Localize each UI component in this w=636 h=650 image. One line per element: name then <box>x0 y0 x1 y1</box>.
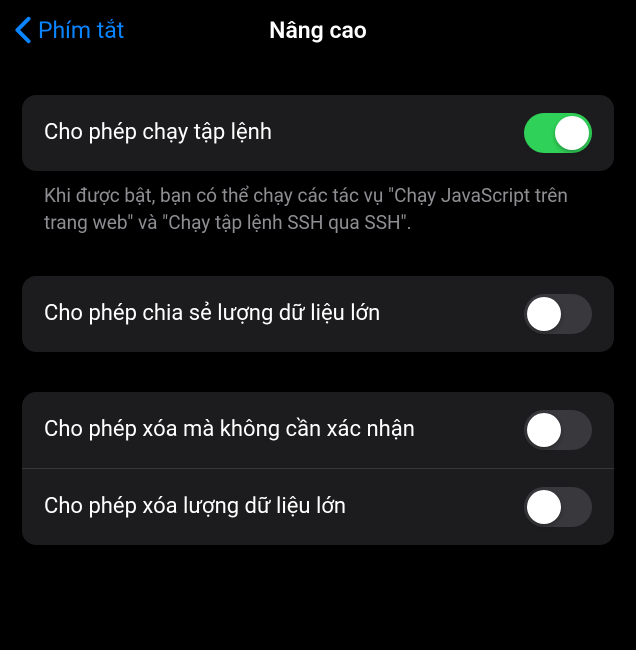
page-title: Nâng cao <box>269 17 367 44</box>
nav-bar: Phím tắt Nâng cao <box>0 0 636 60</box>
row-allow-scripts: Cho phép chạy tập lệnh <box>22 95 614 171</box>
back-button[interactable]: Phím tắt <box>14 16 124 44</box>
toggle-allow-scripts[interactable] <box>524 113 592 153</box>
section-share: Cho phép chia sẻ lượng dữ liệu lớn <box>22 276 614 352</box>
toggle-knob <box>527 490 561 524</box>
row-delete-no-confirm: Cho phép xóa mà không cần xác nhận <box>22 392 614 468</box>
chevron-left-icon <box>14 16 32 44</box>
row-delete-large: Cho phép xóa lượng dữ liệu lớn <box>22 468 614 545</box>
toggle-delete-no-confirm[interactable] <box>524 410 592 450</box>
row-label: Cho phép xóa lượng dữ liệu lớn <box>44 492 524 522</box>
row-label: Cho phép xóa mà không cần xác nhận <box>44 415 524 445</box>
row-allow-large-share: Cho phép chia sẻ lượng dữ liệu lớn <box>22 276 614 352</box>
row-label: Cho phép chạy tập lệnh <box>44 118 524 148</box>
row-label: Cho phép chia sẻ lượng dữ liệu lớn <box>44 299 524 329</box>
back-label: Phím tắt <box>38 17 124 44</box>
section-scripts: Cho phép chạy tập lệnh Khi được bật, bạn… <box>22 95 614 236</box>
section-delete: Cho phép xóa mà không cần xác nhận Cho p… <box>22 392 614 545</box>
toggle-knob <box>527 413 561 447</box>
toggle-knob <box>555 116 589 150</box>
toggle-knob <box>527 297 561 331</box>
toggle-delete-large[interactable] <box>524 487 592 527</box>
content: Cho phép chạy tập lệnh Khi được bật, bạn… <box>0 95 636 545</box>
toggle-allow-large-share[interactable] <box>524 294 592 334</box>
section-footer: Khi được bật, bạn có thể chạy các tác vụ… <box>22 171 614 236</box>
